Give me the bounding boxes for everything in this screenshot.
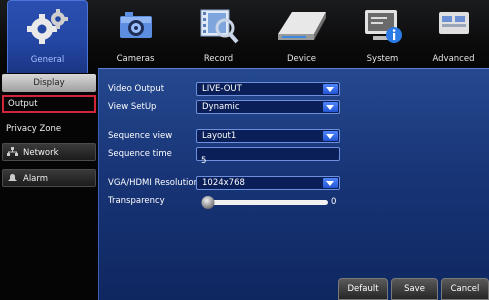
sidebar-item-alarm[interactable]: Alarm [2, 169, 96, 187]
transparency-slider[interactable] [201, 196, 328, 209]
tab-general[interactable]: General [7, 0, 88, 73]
sequence-view-dropdown[interactable]: Layout1 [196, 129, 340, 143]
tab-label: General [30, 55, 65, 65]
sidebar-item-label: Alarm [23, 174, 49, 184]
resolution-label: VGA/HDMI Resolution [108, 178, 199, 188]
record-icon [200, 9, 239, 44]
tab-label: Device [286, 54, 317, 64]
tab-advanced[interactable]: Advanced [418, 0, 489, 73]
dropdown-value: Dynamic [202, 102, 240, 112]
sidebar-item-network[interactable]: Network [2, 143, 96, 161]
sidebar-item-output[interactable]: Output [2, 95, 96, 113]
dropdown-value: 1024x768 [202, 178, 245, 188]
view-setup-label: View SetUp [108, 102, 157, 112]
sidebar-item-display[interactable]: Display [2, 74, 96, 92]
default-button[interactable]: Default [338, 278, 388, 300]
tab-label: System [366, 54, 399, 64]
video-output-dropdown[interactable]: LIVE-OUT [196, 82, 340, 96]
top-menu-bar: General Cameras Record Device System Adv… [0, 0, 489, 73]
chevron-down-icon[interactable] [323, 102, 338, 112]
sequence-time-field[interactable] [196, 147, 340, 167]
output-settings-panel: Video Output LIVE-OUT View SetUp Dynamic… [98, 68, 489, 300]
advanced-icon [438, 12, 469, 34]
view-setup-dropdown[interactable]: Dynamic [196, 100, 340, 114]
tab-device[interactable]: Device [261, 0, 342, 73]
network-icon [7, 147, 18, 156]
sidebar-item-label: Network [23, 148, 59, 158]
tab-system[interactable]: System [342, 0, 423, 73]
tab-label: Cameras [116, 54, 155, 64]
system-info-icon [364, 10, 402, 43]
resolution-dropdown[interactable]: 1024x768 [196, 176, 340, 190]
chevron-down-icon[interactable] [323, 178, 338, 188]
tab-label: Record [203, 54, 234, 64]
camera-icon [119, 12, 152, 38]
sequence-view-label: Sequence view [108, 131, 173, 141]
sequence-time-input[interactable] [197, 155, 339, 167]
chevron-down-icon[interactable] [323, 84, 338, 94]
tab-cameras[interactable]: Cameras [95, 0, 176, 73]
sequence-time-label: Sequence time [108, 149, 172, 159]
chevron-down-icon[interactable] [323, 131, 338, 141]
transparency-label: Transparency [108, 196, 165, 206]
gears-icon [26, 9, 68, 44]
sidebar: Display Output Privacy Zone Network Alar… [0, 73, 98, 300]
hard-drive-icon [277, 12, 326, 40]
alarm-icon [8, 174, 17, 181]
tab-record[interactable]: Record [178, 0, 259, 73]
sidebar-item-privacy-zone[interactable]: Privacy Zone [2, 120, 96, 138]
save-button[interactable]: Save [391, 278, 438, 300]
dropdown-value: Layout1 [202, 131, 237, 141]
dropdown-value: LIVE-OUT [202, 84, 242, 94]
transparency-value: 0 [331, 197, 337, 207]
tab-label: Advanced [432, 54, 475, 64]
slider-handle[interactable] [201, 196, 215, 209]
video-output-label: Video Output [108, 84, 165, 94]
cancel-button[interactable]: Cancel [441, 278, 489, 300]
